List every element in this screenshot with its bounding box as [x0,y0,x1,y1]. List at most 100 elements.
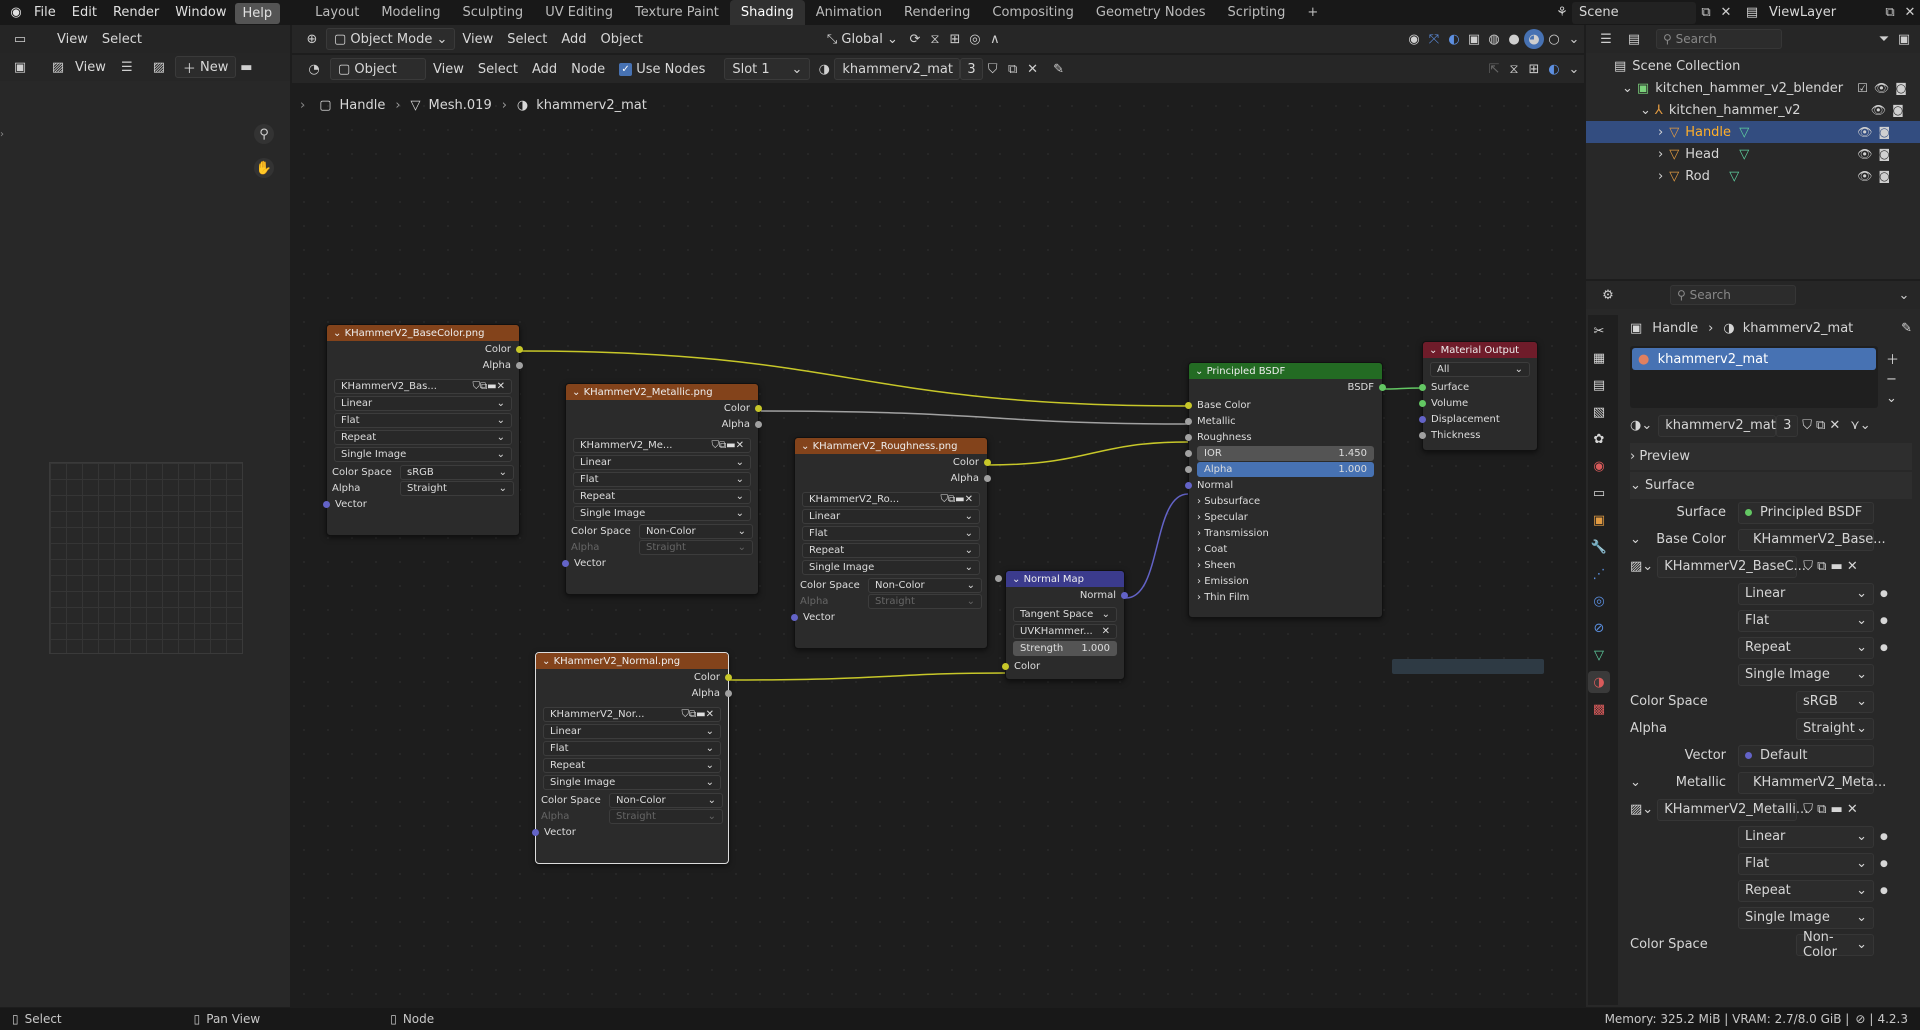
vp-menu-view[interactable]: View [455,28,500,50]
projection-dropdown[interactable]: Flat ⌄ [543,741,721,756]
node-header[interactable]: ⌄ Principled BSDF [1189,363,1382,379]
output-tab-icon[interactable]: ▤ [1588,374,1610,396]
node-canvas[interactable]: › ▢ Handle › ▽ Mesh.019 › ◑ khammerv2_ma… [292,94,1584,1007]
extension-dropdown[interactable]: Repeat ⌄ [1738,879,1874,902]
image-selector[interactable]: KHammerV2_Ro... ⛉⧉▬✕ [802,492,980,507]
image-actions-icon[interactable]: ⛉⧉▬✕ [941,494,973,505]
material-browse-icon[interactable]: ◑⌄ [1630,418,1652,433]
image-browse-icon[interactable]: ▨⌄ [1630,559,1653,574]
tab-geometry-nodes[interactable]: Geometry Nodes [1085,0,1217,25]
interpolation-dropdown[interactable]: Linear ⌄ [1738,582,1874,605]
vp-menu-add[interactable]: Add [554,28,593,50]
source-dropdown[interactable]: Single Image ⌄ [543,775,721,790]
colorspace-dropdown[interactable]: sRGB ⌄ [400,464,514,480]
checkbox-icon[interactable]: ☑ [1857,81,1868,95]
outliner-item[interactable]: ⌄ ⅄ kitchen_hammer_v2 👁 ◙ [1614,99,1920,121]
menu-select[interactable]: Select [95,28,149,50]
panel-subsurface[interactable]: › Subsurface [1189,493,1382,509]
node-overlay-icon[interactable]: ◐ [1544,59,1564,79]
menu-render[interactable]: Render [105,0,167,25]
node-menu-select[interactable]: Select [471,58,525,80]
space-dropdown[interactable]: Tangent Space ⌄ [1013,607,1117,622]
preview-panel-header[interactable]: › Preview [1630,443,1912,470]
scene-collection-row[interactable]: ▤ Scene Collection [1614,55,1920,77]
ior-field[interactable]: IOR 1.450 [1197,445,1374,461]
snap-icon[interactable]: ⧖ [925,29,945,49]
image-actions-icon[interactable]: ⛉⧉▬✕ [712,440,744,451]
projection-dropdown[interactable]: Flat ⌄ [802,526,980,541]
keyframe-dot-icon[interactable]: ● [1880,886,1888,896]
image-selector[interactable]: KHammerV2_Me... ⛉⧉▬✕ [573,438,751,453]
add-slot-icon[interactable]: ＋ [1886,349,1899,368]
extension-dropdown[interactable]: Repeat ⌄ [334,430,512,445]
material-slot-selected[interactable]: ● khammerv2_mat [1632,348,1876,370]
socket[interactable] [1419,384,1426,391]
alpha-field[interactable]: Alpha 1.000 [1197,461,1374,477]
source-dropdown[interactable]: Single Image ⌄ [1738,906,1874,929]
node-tree-icon[interactable]: ⋎⌄ [1850,418,1870,433]
expand-icon[interactable]: › [1658,147,1663,162]
menu-file[interactable]: File [26,0,64,25]
interpolation-dropdown[interactable]: Linear ⌄ [802,509,980,524]
image-actions-icon[interactable]: ⛉⧉▬✕ [682,709,714,720]
eye-icon[interactable]: 👁 [1857,125,1872,139]
socket[interactable] [1379,384,1386,391]
new-collection-icon[interactable]: ▣ [1894,29,1914,49]
browse-image-icon[interactable]: ▨ [149,57,169,77]
filter-icon[interactable]: ⏷ [1874,29,1894,49]
collapse-icon[interactable]: ⌄ [1630,775,1642,790]
source-dropdown[interactable]: Single Image ⌄ [334,447,512,462]
eye-icon[interactable]: 👁 [1857,147,1872,161]
camera-icon[interactable]: ◙ [1895,81,1907,95]
fake-user-icon[interactable]: ⛉ [1802,418,1812,433]
image-name-field[interactable]: KHammerV2_Metalli... [1657,798,1808,821]
socket[interactable] [1419,400,1426,407]
node-menu-node[interactable]: Node [564,58,612,80]
tab-sculpting[interactable]: Sculpting [451,0,534,25]
colorspace-dropdown[interactable]: Non-Color ⌄ [868,577,982,593]
constraints-tab-icon[interactable]: ⊘ [1588,617,1610,639]
source-dropdown[interactable]: Single Image ⌄ [802,560,980,575]
socket[interactable] [1185,434,1192,441]
node-snap-target-icon[interactable]: ⊞ [1524,59,1544,79]
scene-selector[interactable]: Scene [1572,1,1696,24]
panel-coat[interactable]: › Coat [1189,541,1382,557]
expand-arrow-icon[interactable]: › [0,129,4,140]
material-browse-icon[interactable]: ◑ [814,59,834,79]
panel-emission[interactable]: › Emission [1189,573,1382,589]
socket[interactable] [755,405,762,412]
pin-icon[interactable]: ✎ [1901,321,1912,336]
options-chevron-icon[interactable]: ⌄ [1894,285,1914,305]
tab-shading[interactable]: Shading [729,0,805,25]
expand-icon[interactable]: › [1658,125,1663,140]
material-name-field[interactable]: khammerv2_mat [1658,414,1777,437]
keyframe-dot-icon[interactable]: ● [1880,616,1888,626]
physics-tab-icon[interactable]: ◎ [1588,590,1610,612]
outliner-item-selected[interactable]: › ▽ Handle ▽ 👁 ◙ [1586,121,1920,143]
socket[interactable] [323,501,330,508]
scene-icon[interactable]: ⚘ [1552,3,1572,23]
node-snap-icon[interactable]: ⧖ [1504,59,1524,79]
keyframe-dot-icon[interactable]: ● [1880,643,1888,653]
colorspace-dropdown[interactable]: Non-Color ⌄ [639,523,753,539]
image-selector[interactable]: KHammerV2_Bas... ⛉⧉▬✕ [334,379,512,394]
node-menu-add[interactable]: Add [525,58,564,80]
socket[interactable] [1185,402,1192,409]
render-tab-icon[interactable]: ▦ [1588,347,1610,369]
tab-rendering[interactable]: Rendering [893,0,981,25]
source-dropdown[interactable]: Single Image ⌄ [573,506,751,521]
interpolation-dropdown[interactable]: Linear ⌄ [334,396,512,411]
delete-scene-icon[interactable]: ✕ [1716,3,1736,23]
panel-thin-film[interactable]: › Thin Film [1189,589,1382,605]
socket[interactable] [1185,466,1192,473]
tab-compositing[interactable]: Compositing [981,0,1085,25]
keyframe-dot-icon[interactable]: ● [1880,589,1888,599]
image-selector[interactable]: KHammerV2_Nor... ⛉⧉▬✕ [543,707,721,722]
slot-menu-icon[interactable]: ⌄ [1886,391,1899,406]
projection-dropdown[interactable]: Flat ⌄ [1738,852,1874,875]
socket[interactable] [1185,418,1192,425]
hamburger-icon[interactable]: ☰ [117,57,137,77]
viewport-type-icon[interactable]: ⊕ [302,29,322,49]
expand-icon[interactable]: ⌄ [1640,103,1651,118]
properties-search[interactable]: ⚲ Search [1670,285,1796,305]
